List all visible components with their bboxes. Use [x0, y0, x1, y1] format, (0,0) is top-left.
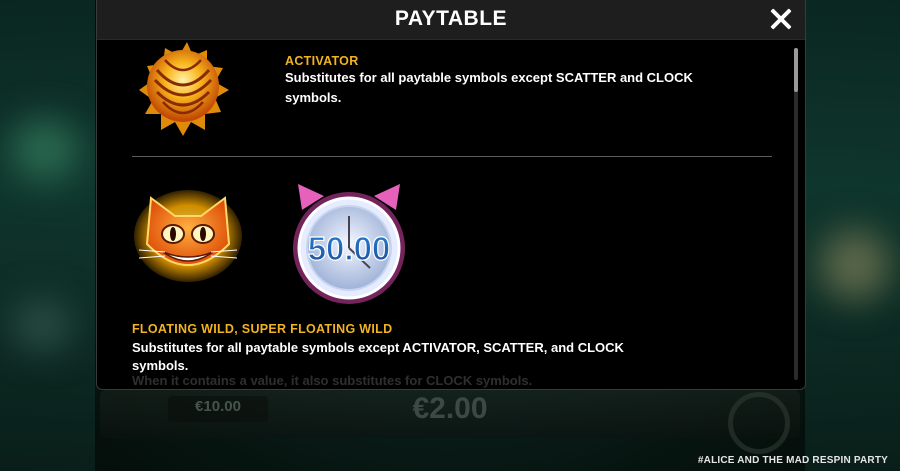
floating-wild-description-line: Substitutes for all paytable symbols exc… [132, 340, 624, 355]
activator-symbol-icon [139, 42, 229, 136]
game-title: #ALICE AND THE MAD RESPIN PARTY [697, 455, 888, 466]
clock-value-text: 50.00 [308, 230, 391, 267]
activator-heading: ACTIVATOR [285, 54, 359, 68]
floating-wild-description-faded: When it contains a value, it also substi… [132, 373, 533, 388]
background-reel-left [0, 0, 95, 471]
close-icon[interactable] [769, 7, 793, 31]
scrollbar-thumb[interactable] [794, 48, 798, 92]
activator-description-line: symbols. [285, 90, 342, 105]
section-divider [132, 156, 772, 157]
floating-wild-heading: FLOATING WILD, SUPER FLOATING WILD [132, 322, 393, 336]
activator-description-line: Substitutes for all paytable symbols exc… [285, 70, 693, 85]
paytable-header: PAYTABLE [97, 0, 805, 40]
background-glow [820, 230, 890, 300]
win-display: €2.00 [412, 392, 488, 425]
floating-wild-cat-icon [134, 190, 242, 282]
scrollbar-track[interactable] [794, 48, 798, 380]
spin-button [728, 392, 790, 454]
paytable-title: PAYTABLE [394, 7, 508, 30]
super-floating-wild-clock-icon: 50.00 [293, 184, 405, 304]
paytable-content[interactable]: ACTIVATOR Substitutes for all paytable s… [97, 40, 805, 388]
background-glow [12, 300, 72, 350]
paytable-modal: PAYTABLE ACTIVATOR Substitutes for all p… [96, 0, 806, 390]
background-glow [10, 120, 80, 180]
bet-display: €10.00 [168, 396, 268, 422]
